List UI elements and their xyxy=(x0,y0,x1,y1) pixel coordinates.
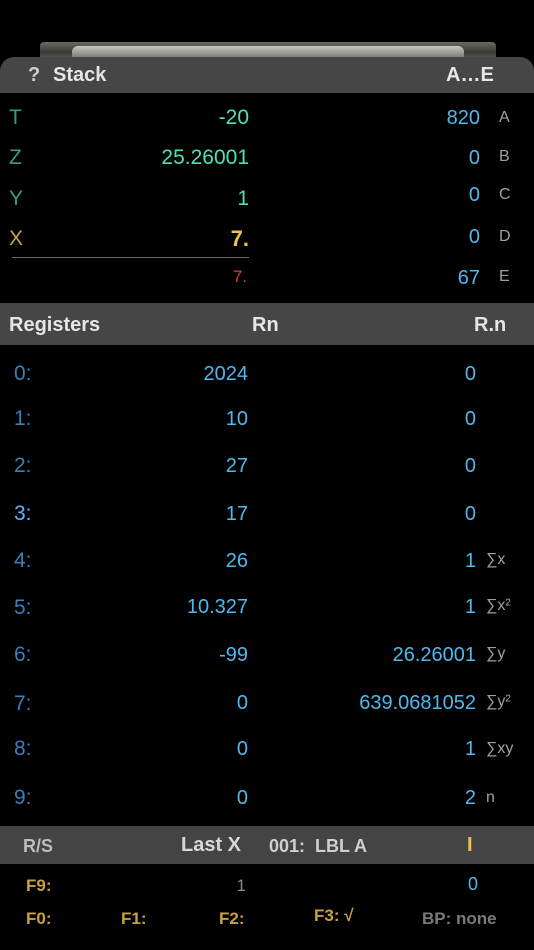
register-label: 1: xyxy=(14,407,32,430)
registers-column-rn: Rn xyxy=(252,314,279,336)
register-rdotn-value[interactable]: 0 xyxy=(300,408,476,431)
register-rn-value[interactable]: 0 xyxy=(100,738,248,761)
register-stat-label: ∑xy xyxy=(486,740,514,757)
register-a-value[interactable]: 820 xyxy=(330,107,480,130)
f9-value: 0 xyxy=(467,874,478,894)
last-x-button[interactable]: Last X xyxy=(181,834,241,857)
register-label: 6: xyxy=(14,643,32,666)
register-rdotn-value[interactable]: 1 xyxy=(300,738,476,761)
register-stat-label: ∑x² xyxy=(486,597,511,614)
f1-key[interactable]: F1: xyxy=(121,909,147,929)
program-bar: R/S Last X 001: LBL A I xyxy=(0,826,534,864)
register-rn-value[interactable]: 26 xyxy=(100,550,248,573)
stack-value-y[interactable]: 1 xyxy=(90,187,249,211)
register-rn-value[interactable]: 17 xyxy=(100,503,248,526)
register-stat-label: ∑y² xyxy=(486,693,511,710)
register-rdotn-value[interactable]: 1 xyxy=(300,596,476,619)
register-rdotn-value[interactable]: 1 xyxy=(300,550,476,573)
stack-input-line: 7. xyxy=(232,267,247,286)
register-e-label: E xyxy=(499,268,510,285)
register-stat-label: n xyxy=(486,789,495,806)
stack-label-t: T xyxy=(9,106,22,129)
program-line: 001: LBL A xyxy=(269,836,368,856)
breakpoint-status[interactable]: BP: none xyxy=(422,909,497,929)
stack-divider xyxy=(12,257,249,258)
register-b-label: B xyxy=(499,148,510,165)
stack-title: Stack xyxy=(53,64,107,86)
register-c-value[interactable]: 0 xyxy=(330,184,480,207)
registers-title: Registers xyxy=(9,314,101,336)
f2-key[interactable]: F2: xyxy=(219,909,245,929)
register-label: 4: xyxy=(14,549,32,572)
register-label: 5: xyxy=(14,596,32,619)
register-rn-value[interactable]: 10.327 xyxy=(100,596,248,619)
register-rn-value[interactable]: 0 xyxy=(100,787,248,810)
f0-key[interactable]: F0: xyxy=(26,909,52,929)
register-rdotn-value[interactable]: 0 xyxy=(300,503,476,526)
register-rn-value[interactable]: 0 xyxy=(100,692,248,715)
help-icon[interactable]: ? xyxy=(28,64,40,87)
register-a-label: A xyxy=(499,109,510,126)
stack-label-y: Y xyxy=(9,187,24,210)
stack-value-z[interactable]: 25.26001 xyxy=(90,146,249,170)
f9-count: 1 xyxy=(236,876,246,895)
stack-label-z: Z xyxy=(9,146,22,169)
register-rn-value[interactable]: 27 xyxy=(100,455,248,478)
register-stat-label: ∑x xyxy=(486,551,506,568)
register-rdotn-value[interactable]: 639.0681052 xyxy=(300,692,476,715)
register-rn-value[interactable]: 10 xyxy=(100,408,248,431)
letter-registers-title: A…E xyxy=(446,64,494,86)
register-label: 8: xyxy=(14,737,32,760)
register-d-value[interactable]: 0 xyxy=(330,226,480,249)
register-stat-label: ∑y xyxy=(486,645,506,662)
register-rn-value[interactable]: -99 xyxy=(100,644,248,667)
register-label: 7: xyxy=(14,692,32,715)
register-rdotn-value[interactable]: 0 xyxy=(300,455,476,478)
stack-value-t[interactable]: -20 xyxy=(90,106,249,130)
register-rdotn-value[interactable]: 0 xyxy=(300,363,476,386)
register-label: 9: xyxy=(14,786,32,809)
register-b-value[interactable]: 0 xyxy=(330,147,480,170)
register-rdotn-value[interactable]: 2 xyxy=(300,787,476,810)
f3-key[interactable]: F3: √ xyxy=(314,906,354,926)
register-d-label: D xyxy=(499,228,511,245)
program-cursor: I xyxy=(467,834,473,856)
register-label: 3: xyxy=(14,502,32,525)
stack-value-x[interactable]: 7. xyxy=(90,226,249,252)
f9-key[interactable]: F9: xyxy=(26,876,52,896)
register-c-label: C xyxy=(499,186,511,203)
registers-header: Registers Rn R.n xyxy=(0,303,534,345)
register-rdotn-value[interactable]: 26.26001 xyxy=(300,644,476,667)
run-stop-button[interactable]: R/S xyxy=(23,836,53,857)
register-e-value[interactable]: 67 xyxy=(330,267,480,290)
register-label: 0: xyxy=(14,362,32,385)
register-rn-value[interactable]: 2024 xyxy=(100,363,249,386)
stack-label-x: X xyxy=(9,227,24,250)
stack-header: ? Stack A…E xyxy=(0,57,534,93)
register-label: 2: xyxy=(14,454,32,477)
registers-column-rdotn: R.n xyxy=(474,314,507,336)
